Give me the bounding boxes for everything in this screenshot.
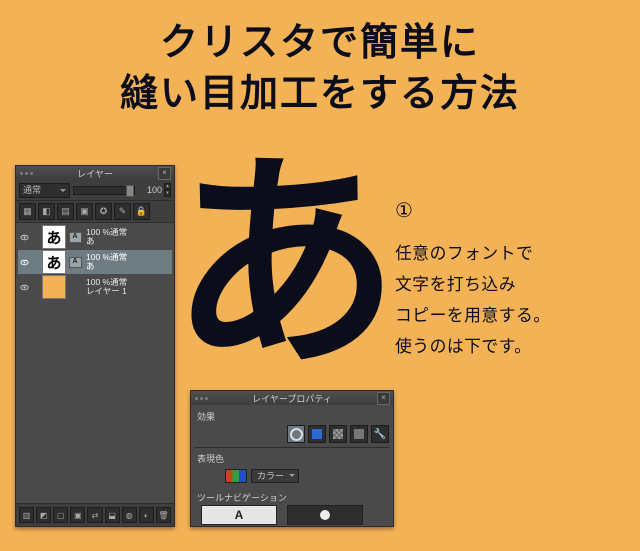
desc-l3: コピーを用意する。 — [395, 306, 551, 325]
layer-row[interactable]: 100 %通常 レイヤー 1 — [18, 275, 172, 299]
blend-mode-value: 通常 — [23, 185, 41, 195]
lock-all-icon[interactable]: 🔒 — [133, 203, 150, 220]
apply-mask-icon[interactable]: ◐ — [139, 507, 154, 523]
border-effect-icon — [290, 428, 303, 441]
transfer-icon[interactable]: ⇄ — [87, 507, 102, 523]
visibility-toggle[interactable] — [18, 226, 30, 248]
layers-panel-titlebar[interactable]: レイヤー × — [16, 166, 174, 180]
new-vector-layer-icon[interactable]: ◩ — [36, 507, 51, 523]
object-tool-icon — [320, 510, 330, 520]
opacity-up-icon[interactable]: ▴ — [164, 183, 171, 190]
tutorial-title: クリスタで簡単に 縫い目加工をする方法 — [0, 18, 640, 121]
layers-list: あ A 100 %通常 あ あ A 100 %通常 あ — [16, 223, 174, 347]
layercolor-effect-icon — [354, 429, 364, 439]
clip-mask-icon[interactable]: ▣ — [76, 203, 93, 220]
title-line2: 縫い目加工をする方法 — [120, 73, 520, 115]
tool-nav-text-button[interactable]: A — [201, 505, 277, 525]
effect-tone-button[interactable] — [308, 425, 326, 443]
desc-l4: 使うのは下です。 — [395, 337, 532, 356]
layer-properties-panel: レイヤープロパティ × 効果 🔧 表現色 カラー ツールナビゲーション A — [190, 390, 394, 527]
new-folder-icon[interactable]: ▢ — [53, 507, 68, 523]
layer-name: レイヤー 1 — [86, 287, 127, 296]
layer-select-col[interactable] — [30, 251, 40, 273]
close-icon[interactable]: × — [158, 167, 171, 180]
draft-layer-icon[interactable]: ✎ — [114, 203, 131, 220]
color-mode-chip-icon — [225, 469, 247, 483]
layer-thumb-text: あ — [46, 252, 61, 273]
effect-layercolor-button[interactable] — [350, 425, 368, 443]
divider — [195, 447, 389, 448]
effect-screentone-button[interactable] — [329, 425, 347, 443]
layer-labels: 100 %通常 レイヤー 1 — [86, 278, 127, 297]
effect-border-button[interactable] — [287, 425, 305, 443]
text-layer-badge-icon: A — [69, 257, 82, 268]
tone-effect-icon — [312, 429, 322, 439]
step-number: ① — [395, 198, 413, 223]
visibility-toggle[interactable] — [18, 251, 30, 273]
title-line1: クリスタで簡単に — [160, 22, 480, 64]
new-raster-layer-icon[interactable]: ▥ — [19, 507, 34, 523]
eye-icon — [20, 283, 29, 292]
layer-type-badges: A — [68, 232, 82, 243]
tool-nav-object-button[interactable] — [287, 505, 363, 525]
lock-none-icon[interactable]: ▦ — [19, 203, 36, 220]
layer-thumbnail: あ — [42, 250, 66, 274]
effect-settings-button[interactable]: 🔧 — [371, 425, 389, 443]
layer-name: あ — [86, 237, 127, 246]
step-description: 任意のフォントで 文字を打ち込み コピーを用意する。 使うのは下です。 — [395, 238, 551, 362]
section-color-label: 表現色 — [197, 452, 389, 465]
layer-name: あ — [86, 262, 127, 271]
merge-down-icon[interactable]: ⬓ — [105, 507, 120, 523]
opacity-stepper[interactable]: ▴ ▾ — [164, 183, 171, 197]
layers-blend-row: 通常 100 ▴ ▾ — [16, 180, 174, 201]
opacity-down-icon[interactable]: ▾ — [164, 190, 171, 197]
section-nav-label: ツールナビゲーション — [197, 491, 389, 504]
opacity-slider[interactable] — [73, 186, 135, 195]
layer-type-badges: A — [68, 257, 82, 268]
visibility-toggle[interactable] — [18, 276, 30, 298]
opacity-value: 100 — [138, 185, 162, 195]
eye-icon — [20, 258, 29, 267]
layer-row[interactable]: あ A 100 %通常 あ — [18, 225, 172, 249]
delete-layer-icon[interactable]: 🗑 — [156, 507, 171, 523]
lock-alpha-icon[interactable]: ▤ — [57, 203, 74, 220]
layers-lock-row: ▦ ◧ ▤ ▣ ✪ ✎ 🔒 — [16, 201, 174, 223]
wrench-icon: 🔧 — [374, 429, 386, 440]
layer-labels: 100 %通常 あ — [86, 228, 127, 247]
layer-thumbnail: あ — [42, 225, 66, 249]
section-effect-label: 効果 — [197, 410, 389, 423]
color-mode-dropdown[interactable]: カラー — [251, 469, 299, 483]
layer-select-col[interactable] — [30, 276, 40, 298]
close-icon[interactable]: × — [377, 392, 390, 405]
text-layer-badge-icon: A — [69, 232, 82, 243]
screentone-effect-icon — [333, 429, 343, 439]
add-mask-icon[interactable]: ◍ — [122, 507, 137, 523]
lock-pixels-icon[interactable]: ◧ — [38, 203, 55, 220]
color-mode-value: カラー — [257, 471, 284, 481]
layers-panel-footer: ▥ ◩ ▢ ▣ ⇄ ⬓ ◍ ◐ 🗑 — [16, 503, 174, 526]
desc-l2: 文字を打ち込み — [395, 275, 516, 294]
desc-l1: 任意のフォントで — [395, 244, 533, 263]
layers-panel-title: レイヤー — [77, 167, 113, 180]
layer-thumbnail — [42, 275, 66, 299]
layer-row[interactable]: あ A 100 %通常 あ — [18, 250, 172, 274]
effect-buttons-row: 🔧 — [195, 425, 389, 443]
layer-thumb-text: あ — [46, 227, 61, 248]
move-to-folder-icon[interactable]: ▣ — [70, 507, 85, 523]
opacity-slider-knob[interactable] — [126, 185, 134, 197]
layer-labels: 100 %通常 あ — [86, 253, 127, 272]
text-tool-icon: A — [235, 508, 244, 522]
eye-icon — [20, 233, 29, 242]
props-panel-titlebar[interactable]: レイヤープロパティ × — [191, 391, 393, 405]
layers-panel: レイヤー × 通常 100 ▴ ▾ ▦ ◧ ▤ ▣ ✪ ✎ 🔒 あ — [15, 165, 175, 527]
color-mode-row: カラー — [195, 467, 389, 485]
tool-nav-row: A — [195, 506, 389, 524]
reference-layer-icon[interactable]: ✪ — [95, 203, 112, 220]
demo-character: あ — [170, 150, 400, 380]
blend-mode-dropdown[interactable]: 通常 — [19, 183, 70, 198]
props-panel-title: レイヤープロパティ — [252, 392, 332, 405]
layer-select-col[interactable] — [30, 226, 40, 248]
